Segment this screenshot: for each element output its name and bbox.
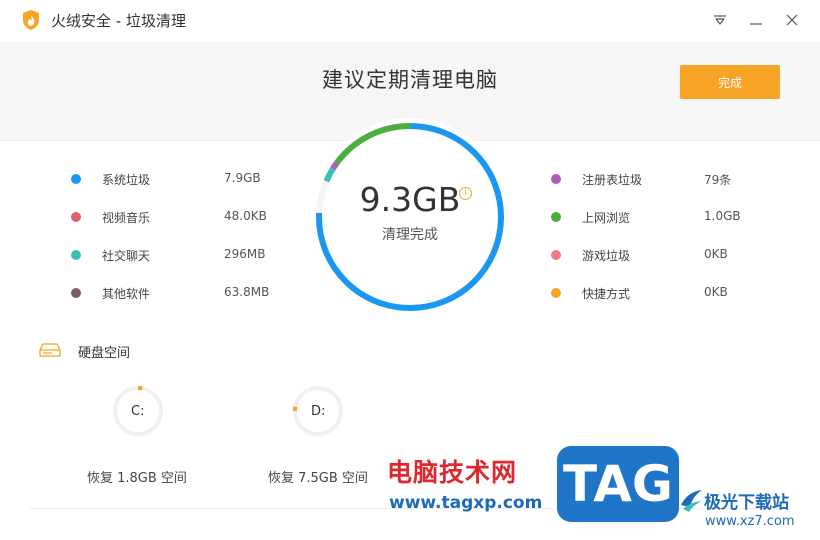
drive-d-recover-text: 恢复 7.5GB 空间 bbox=[268, 471, 368, 486]
color-dot bbox=[71, 212, 81, 222]
category-name: 快捷方式 bbox=[582, 287, 631, 301]
drive-c-recover-text: 恢复 1.8GB 空间 bbox=[87, 471, 187, 486]
category-value: 7.9GB bbox=[224, 171, 261, 185]
category-value: 48.0KB bbox=[224, 209, 267, 223]
watermark-site-url: www.xz7.com bbox=[705, 514, 795, 529]
close-icon[interactable] bbox=[780, 8, 804, 32]
minimize-icon[interactable] bbox=[744, 8, 768, 32]
category-web-browsing: 上网浏览 1.0GB bbox=[551, 207, 761, 227]
gauge-status-label: 清理完成 bbox=[382, 227, 438, 243]
watermark-cn-text: 电脑技术网 bbox=[387, 458, 518, 487]
category-shortcuts: 快捷方式 0KB bbox=[551, 283, 761, 303]
category-value: 296MB bbox=[224, 247, 266, 261]
category-name: 系统垃圾 bbox=[102, 173, 151, 187]
color-dot bbox=[551, 288, 561, 298]
dropdown-menu-icon[interactable] bbox=[708, 8, 732, 32]
watermark-site-name: 极光下载站 bbox=[704, 493, 789, 513]
info-icon[interactable]: i bbox=[459, 187, 472, 200]
watermark-url: www.tagxp.com bbox=[389, 493, 543, 513]
color-dot bbox=[71, 288, 81, 298]
watermark-tag-badge: TAG bbox=[557, 446, 679, 522]
flame-logo-icon bbox=[23, 10, 39, 30]
title-bar: 火绒安全 - 垃圾清理 bbox=[0, 0, 820, 42]
category-name: 注册表垃圾 bbox=[582, 173, 643, 187]
drive-c-letter: C: bbox=[131, 404, 145, 419]
category-name: 游戏垃圾 bbox=[582, 249, 631, 263]
category-game-junk: 游戏垃圾 0KB bbox=[551, 245, 761, 265]
window-title: 火绒安全 - 垃圾清理 bbox=[51, 12, 186, 30]
done-button[interactable]: 完成 bbox=[680, 65, 780, 99]
category-system-junk: 系统垃圾 7.9GB bbox=[71, 169, 271, 189]
cleaned-size: 9.3GB bbox=[359, 180, 461, 219]
category-value: 0KB bbox=[704, 285, 728, 299]
cleanup-gauge: 9.3GB i 清理完成 bbox=[311, 118, 509, 316]
disk-space-title: 硬盘空间 bbox=[78, 346, 131, 361]
category-video-music: 视频音乐 48.0KB bbox=[71, 207, 271, 227]
category-value: 1.0GB bbox=[704, 209, 741, 223]
color-dot bbox=[551, 174, 561, 184]
category-name: 社交聊天 bbox=[102, 249, 151, 263]
category-other-software: 其他软件 63.8MB bbox=[71, 283, 271, 303]
category-value: 79条 bbox=[704, 173, 732, 187]
color-dot bbox=[551, 212, 561, 222]
category-name: 其他软件 bbox=[102, 287, 151, 301]
hard-drive-icon bbox=[39, 343, 61, 357]
color-dot bbox=[551, 250, 561, 260]
drive-d-letter: D: bbox=[311, 404, 326, 419]
category-name: 视频音乐 bbox=[102, 211, 151, 225]
category-registry-junk: 注册表垃圾 79条 bbox=[551, 169, 761, 189]
category-value: 63.8MB bbox=[224, 285, 270, 299]
category-name: 上网浏览 bbox=[582, 211, 631, 225]
color-dot bbox=[71, 250, 81, 260]
color-dot bbox=[71, 174, 81, 184]
aurora-logo-icon bbox=[681, 490, 702, 512]
category-social-chat: 社交聊天 296MB bbox=[71, 245, 271, 265]
category-value: 0KB bbox=[704, 247, 728, 261]
